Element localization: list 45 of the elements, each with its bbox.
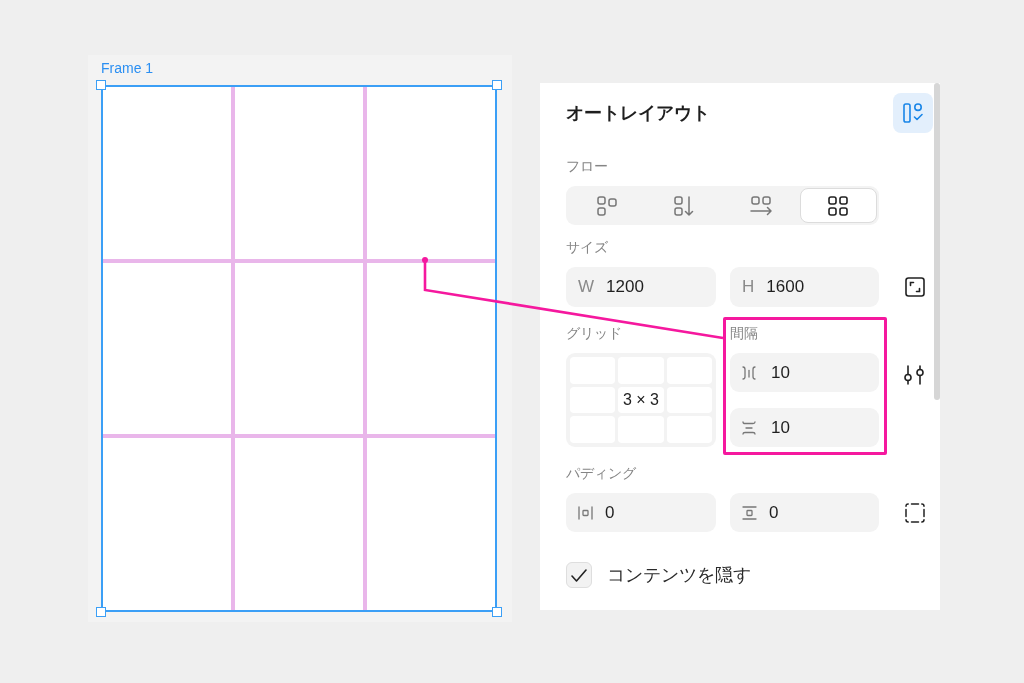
hide-content-label[interactable]: コンテンツを隠す (607, 563, 751, 587)
grid-flow-option[interactable] (799, 188, 877, 223)
field-prefix-label: W (578, 277, 595, 297)
four-squares-icon (828, 195, 849, 216)
spacing-field[interactable]: 10 (730, 408, 879, 447)
sliders-icon[interactable] (903, 365, 925, 385)
flow-label: フロー (566, 157, 608, 176)
three-squares-icon (596, 195, 617, 216)
layout-icon (903, 103, 923, 123)
field-value: 10 (771, 417, 790, 438)
field-value: 0 (605, 502, 615, 523)
vertical-padding-icon (742, 505, 757, 520)
panel-title: オートレイアウト (566, 102, 710, 125)
scrollbar[interactable] (934, 83, 940, 400)
hide-content-checkbox[interactable] (566, 562, 592, 588)
resize-handle[interactable] (96, 80, 106, 90)
squares-right-arrow-icon (750, 195, 773, 216)
padding-label: パディング (566, 464, 636, 483)
field-value: 10 (771, 362, 790, 383)
padding-field[interactable]: 0 (566, 493, 716, 532)
field-value: 0 (769, 502, 779, 523)
size-field[interactable]: W 1200 (566, 267, 716, 307)
size-label: サイズ (566, 238, 608, 257)
field-prefix-label: H (742, 277, 755, 297)
grid-label: グリッド (566, 324, 622, 343)
size-field[interactable]: H 1600 (730, 267, 879, 307)
dashed-square-icon[interactable] (905, 502, 925, 523)
grid-picker[interactable]: 3 × 3 (566, 353, 716, 447)
horizontal-padding-icon (578, 505, 593, 520)
field-value: 1600 (766, 277, 805, 297)
check-icon (571, 568, 587, 582)
spacing-field[interactable]: 10 (730, 353, 879, 392)
row-gap-icon (742, 420, 756, 435)
resize-handle[interactable] (492, 607, 502, 617)
field-value: 1200 (606, 277, 644, 297)
padding-field[interactable]: 0 (730, 493, 879, 532)
spacing-label: 間隔 (730, 324, 758, 343)
resize-handle[interactable] (492, 80, 502, 90)
auto-layout-toggle[interactable] (893, 93, 933, 133)
resize-handle[interactable] (96, 607, 106, 617)
grid-picker-cell[interactable]: 3 × 3 (618, 386, 664, 414)
squares-down-arrow-icon (673, 195, 694, 216)
grid-size-value: 3 × 3 (622, 391, 659, 409)
frame-corners-icon[interactable] (905, 277, 925, 297)
column-gap-icon (742, 365, 756, 380)
